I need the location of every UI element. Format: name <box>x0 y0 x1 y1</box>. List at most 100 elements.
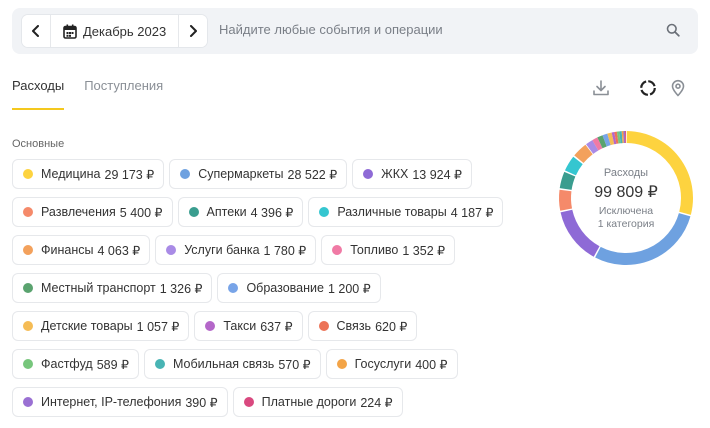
category-amount: 620 ₽ <box>375 319 408 334</box>
category-name: ЖКХ <box>381 167 409 181</box>
category-dot-icon <box>243 397 254 407</box>
calendar-icon <box>63 24 77 39</box>
category-dot-icon <box>23 283 33 293</box>
category-dot-icon <box>155 359 165 369</box>
category-name: Услуги банка <box>184 243 260 257</box>
category-dot-icon <box>23 207 33 217</box>
next-period-button[interactable] <box>178 15 208 47</box>
category-amount: 400 ₽ <box>415 357 448 372</box>
category-amount: 28 522 ₽ <box>287 167 338 182</box>
category-name: Финансы <box>41 243 94 257</box>
prev-period-button[interactable] <box>22 15 51 47</box>
category-chip[interactable]: Мобильная связь 570 ₽ <box>144 349 321 379</box>
period-selector: Декабрь 2023 <box>22 15 208 47</box>
category-name: Местный транспорт <box>41 281 156 295</box>
category-dot-icon <box>336 359 347 369</box>
category-chip[interactable]: Платные дороги 224 ₽ <box>232 387 403 417</box>
category-chip[interactable]: Услуги банка 1 780 ₽ <box>155 235 317 265</box>
chevron-right-icon <box>190 25 198 37</box>
excluded-note: Исключена 1 категория <box>598 205 655 231</box>
category-chip[interactable]: Местный транспорт 1 326 ₽ <box>12 273 213 303</box>
section-title: Основные <box>12 138 65 150</box>
category-chip[interactable]: Связь 620 ₽ <box>307 311 418 341</box>
category-name: Супермаркеты <box>198 167 284 181</box>
category-name: Платные дороги <box>261 395 357 409</box>
category-amount: 1 200 ₽ <box>327 281 371 296</box>
category-name: Аптеки <box>206 205 247 219</box>
period-button[interactable]: Декабрь 2023 <box>51 15 179 47</box>
category-amount: 29 173 ₽ <box>104 167 155 182</box>
category-name: Связь <box>336 319 372 333</box>
category-chip[interactable]: Детские товары 1 057 ₽ <box>12 311 190 341</box>
category-chip[interactable]: Образование 1 200 ₽ <box>217 273 381 303</box>
category-amount: 1 326 ₽ <box>159 281 203 296</box>
category-name: Интернет, IP-телефония <box>41 395 182 409</box>
category-chip[interactable]: Финансы 4 063 ₽ <box>12 235 151 265</box>
category-name: Фастфуд <box>41 357 93 371</box>
chip-row: Развлечения 5 400 ₽ Аптеки 4 396 ₽ Различные… <box>12 197 532 227</box>
category-dot-icon <box>188 207 199 217</box>
category-chip[interactable]: ЖКХ 13 924 ₽ <box>352 159 473 189</box>
category-chip[interactable]: Топливо 1 352 ₽ <box>321 235 456 265</box>
category-amount: 637 ₽ <box>260 319 293 334</box>
category-name: Мобильная связь <box>173 357 275 371</box>
category-chip[interactable]: Интернет, IP-телефония 390 ₽ <box>12 387 228 417</box>
donut-chart-icon[interactable] <box>639 79 657 97</box>
category-dot-icon <box>23 321 33 331</box>
chip-row: Интернет, IP-телефония 390 ₽ Платные дорог… <box>12 387 532 417</box>
chip-row: Местный транспорт 1 326 ₽ Образование 1 200… <box>12 273 532 303</box>
category-dot-icon <box>23 397 33 407</box>
expenses-donut: Расходы 99 809 ₽ Исключена 1 категория <box>557 129 695 267</box>
category-name: Медицина <box>41 167 101 181</box>
category-amount: 1 780 ₽ <box>263 243 307 258</box>
category-dot-icon <box>205 321 216 331</box>
category-chip[interactable]: Такси 637 ₽ <box>194 311 303 341</box>
category-dot-icon <box>332 245 343 255</box>
category-dot-icon <box>23 359 33 369</box>
category-name: Детские товары <box>41 319 133 333</box>
category-dot-icon <box>23 245 33 255</box>
excluded-line-2: 1 категория <box>597 218 655 230</box>
period-label: Декабрь 2023 <box>83 23 167 39</box>
category-dot-icon <box>228 283 239 293</box>
search-input[interactable]: Найдите любые события и операции <box>219 22 443 37</box>
category-amount: 13 924 ₽ <box>412 167 463 182</box>
category-amount: 570 ₽ <box>278 357 311 372</box>
category-name: Госуслуги <box>354 357 412 371</box>
category-dot-icon <box>363 169 374 179</box>
category-amount: 224 ₽ <box>360 395 393 410</box>
category-chip[interactable]: Госуслуги 400 ₽ <box>325 349 458 379</box>
category-name: Развлечения <box>41 205 116 219</box>
category-dot-icon <box>318 321 329 331</box>
donut-label: Расходы <box>603 167 649 179</box>
chevron-left-icon <box>32 25 39 37</box>
tab-income[interactable]: Поступления <box>84 78 163 110</box>
location-pin-icon[interactable] <box>669 79 687 97</box>
category-chip[interactable]: Развлечения 5 400 ₽ <box>12 197 173 227</box>
category-amount: 390 ₽ <box>185 395 218 410</box>
category-chip[interactable]: Различные товары 4 187 ₽ <box>308 197 504 227</box>
category-amount: 4 063 ₽ <box>97 243 141 258</box>
tab-expenses[interactable]: Расходы <box>12 78 65 110</box>
category-chips: Медицина 29 173 ₽ Супермаркеты 28 522 ₽ ЖКХ 1… <box>12 159 532 425</box>
category-chip[interactable]: Супермаркеты 28 522 ₽ <box>169 159 348 189</box>
search-icon[interactable] <box>666 23 680 37</box>
chip-row: Фастфуд 589 ₽ Мобильная связь 570 ₽ Госуслуг… <box>12 349 532 379</box>
category-dot-icon <box>319 207 330 217</box>
category-chip[interactable]: Фастфуд 589 ₽ <box>12 349 139 379</box>
donut-center: Расходы 99 809 ₽ Исключена 1 категория <box>557 129 695 267</box>
donut-total: 99 809 ₽ <box>594 184 658 201</box>
category-dot-icon <box>166 245 177 255</box>
category-amount: 1 352 ₽ <box>402 243 446 258</box>
category-chip[interactable]: Аптеки 4 396 ₽ <box>177 197 304 227</box>
category-amount: 589 ₽ <box>96 357 129 372</box>
category-name: Различные товары <box>337 205 447 219</box>
chip-row: Финансы 4 063 ₽ Услуги банка 1 780 ₽ Топливо… <box>12 235 532 265</box>
chip-row: Детские товары 1 057 ₽ Такси 637 ₽ Связь 620 … <box>12 311 532 341</box>
category-chip[interactable]: Медицина 29 173 ₽ <box>12 159 165 189</box>
tabs: Расходы Поступления <box>12 78 163 110</box>
category-amount: 1 057 ₽ <box>136 319 180 334</box>
download-icon[interactable] <box>592 79 610 97</box>
category-amount: 4 396 ₽ <box>250 205 294 220</box>
category-name: Топливо <box>350 243 399 257</box>
